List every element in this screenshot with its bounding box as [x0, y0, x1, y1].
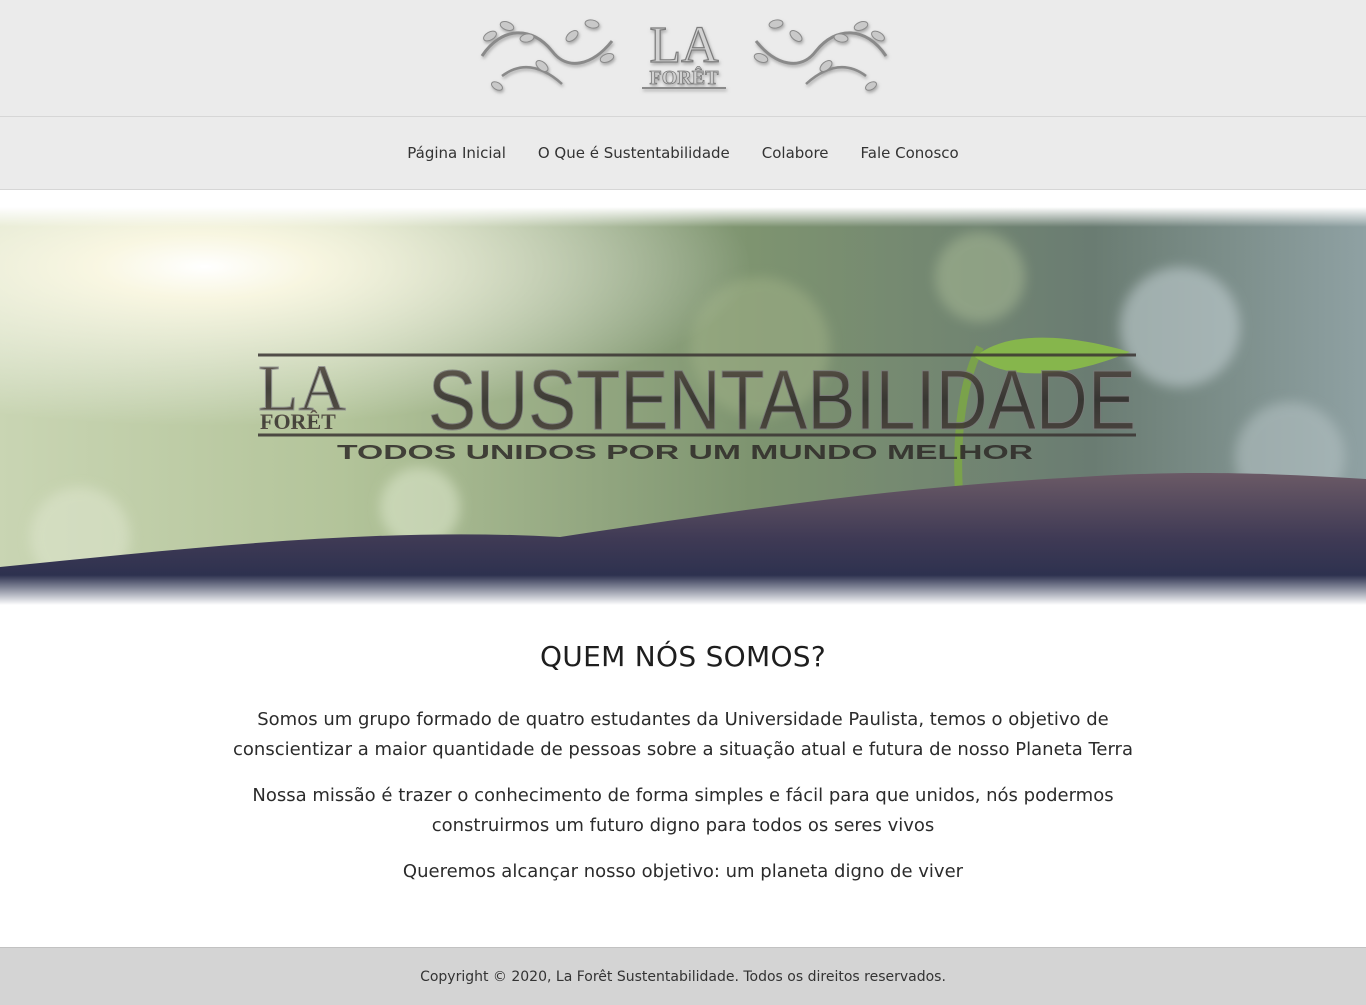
about-paragraph: Nossa missão é trazer o conhecimento de …: [252, 785, 1114, 836]
hero-title: SUSTENTABILIDADE: [428, 353, 1136, 447]
logo-text-bottom: FORÊT: [650, 65, 720, 89]
about-paragraph: Queremos alcançar nosso objetivo: um pla…: [402, 861, 964, 882]
footer: Copyright © 2020, La Forêt Sustentabilid…: [0, 947, 1366, 1005]
la-foret-vine-logo-icon: LA FORÊT: [480, 16, 888, 91]
nav-item-sustentabilidade[interactable]: O Que é Sustentabilidade: [538, 144, 730, 162]
hero-image: LA FORÊT SUSTENTABILIDADE TODOS UNIDOS P…: [0, 207, 1366, 605]
site-logo[interactable]: LA FORÊT: [472, 6, 896, 98]
about-heading: QUEM NÓS SOMOS?: [539, 640, 827, 673]
hero-banner: LA FORÊT SUSTENTABILIDADE TODOS UNIDOS P…: [0, 207, 1366, 605]
about-paragraph: Somos um grupo formado de quatro estudan…: [233, 709, 1133, 760]
nav-item-fale-conosco[interactable]: Fale Conosco: [861, 144, 959, 162]
about-section: QUEM NÓS SOMOS? Somos um grupo formado d…: [0, 640, 1366, 903]
header-logo-band: LA FORÊT: [0, 0, 1366, 117]
main-nav: Página Inicial O Que é Sustentabilidade …: [0, 116, 1366, 190]
hero-tagline: TODOS UNIDOS POR UM MUNDO MELHOR: [337, 442, 1034, 464]
logo-text-top: LA: [649, 17, 719, 74]
nav-item-pagina-inicial[interactable]: Página Inicial: [407, 144, 506, 162]
copyright-text: Copyright © 2020, La Forêt Sustentabilid…: [420, 968, 946, 985]
hero-logo-bottom: FORÊT: [260, 409, 336, 434]
nav-item-colabore[interactable]: Colabore: [762, 144, 829, 162]
about-paragraphs: Somos um grupo formado de quatro estudan…: [0, 705, 1366, 887]
